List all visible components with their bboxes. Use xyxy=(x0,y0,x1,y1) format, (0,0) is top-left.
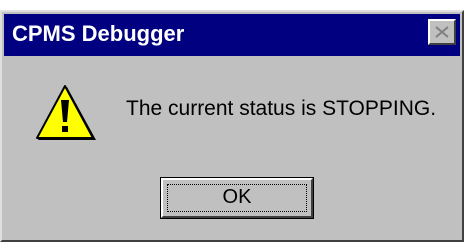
ok-button-label: OK xyxy=(222,186,252,208)
close-icon xyxy=(435,26,449,38)
status-message: The current status is STOPPING. xyxy=(126,97,437,120)
warning-icon xyxy=(36,85,96,140)
ok-button[interactable]: OK xyxy=(160,177,314,219)
dialog-window: CPMS Debugger The current status is STOP… xyxy=(0,10,464,242)
title-bar[interactable]: CPMS Debugger xyxy=(4,14,460,56)
close-button[interactable] xyxy=(428,19,456,45)
window-title: CPMS Debugger xyxy=(12,21,185,46)
